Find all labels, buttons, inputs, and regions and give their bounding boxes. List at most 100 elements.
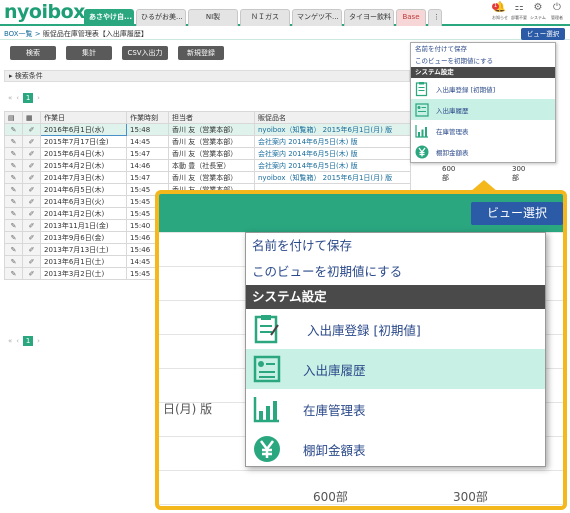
cell-item[interactable]: nyoibox（知覧箱） 2015年6月1日(月) 版 [254, 123, 411, 136]
edit-icon[interactable]: ✎ [4, 267, 23, 280]
edit-icon[interactable]: ✎ [4, 255, 23, 268]
cell-time: 15:47 [126, 147, 169, 160]
detail-col-header: ▦ [22, 111, 41, 124]
menu-item-stock-history[interactable]: 入出庫履歴 [411, 99, 555, 120]
edit-icon[interactable]: ✎ [4, 147, 23, 160]
pager-first[interactable]: « [8, 337, 12, 345]
pager-first[interactable]: « [8, 94, 12, 102]
history-list-icon [253, 355, 281, 383]
tab-base[interactable]: Base [396, 9, 426, 26]
cell-item[interactable]: 会社案内 2014年6月5日(木) 版 [254, 147, 411, 160]
callout-bg-text: 日(月) 版 [163, 402, 213, 416]
edit-icon[interactable]: ✎ [4, 135, 23, 148]
box-tabs: あさやけ自... ひるがお美... NI製 ＮＩガス マンゲツ不... タイヨー… [84, 9, 444, 26]
power-icon[interactable]: ⏻ 管理者 [549, 2, 565, 24]
search-conditions-toggle[interactable]: ▸ 検索条件 [4, 70, 410, 82]
table-row[interactable]: ✎ ✐ 2015年6月4日(木) 15:47 香川 友（営業本部） 会社案内 2014年6… [4, 147, 411, 160]
breadcrumb-root[interactable]: BOX一覧 [4, 30, 33, 38]
edit-col-header: ▤ [4, 111, 23, 124]
action-buttons: 検索 集計 CSV入出力 新規登録 [10, 46, 234, 60]
cell-person: 本動 豊（社長室） [168, 159, 255, 172]
bar-chart-icon [253, 397, 279, 423]
pager-prev[interactable]: ‹ [16, 337, 19, 345]
cell-date: 2015年6月4日(木) [40, 147, 127, 160]
menu-item-label: 在庫管理表 [436, 127, 469, 136]
table-row[interactable]: ✎ ✐ 2016年6月1日(水) 15:48 香川 友（営業本部） nyoibox（知覧箱… [4, 123, 411, 136]
pager-current-page[interactable]: 1 [23, 336, 34, 346]
gear-icon[interactable]: ⚙ システム [530, 2, 546, 24]
cell-item[interactable]: nyoibox（知覧箱） 2015年6月1日(月) 版 [254, 171, 411, 184]
cell-item[interactable]: 会社案内 2014年6月5日(木) 版 [254, 159, 411, 172]
pencil-icon[interactable]: ✐ [22, 207, 41, 220]
tab-taiyo[interactable]: タイヨー飲料 [344, 9, 394, 26]
aggregate-button[interactable]: 集計 [66, 46, 112, 60]
pencil-icon[interactable]: ✐ [22, 135, 41, 148]
menu-item-stocktake[interactable]: 棚卸金額表 [411, 141, 555, 162]
pager-current-page[interactable]: 1 [23, 93, 34, 103]
history-list-icon [415, 102, 429, 117]
cell-time: 15:48 [126, 123, 169, 136]
pager-next[interactable]: › [37, 337, 40, 345]
cell-date: 2014年1月2日(木) [40, 207, 127, 220]
pencil-icon[interactable]: ✐ [22, 255, 41, 268]
table-row[interactable]: ✎ ✐ 2015年7月17日(金) 14:45 香川 友（営業本部） 会社案内 2014年… [4, 135, 411, 148]
edit-icon[interactable]: ✎ [4, 123, 23, 136]
new-record-button[interactable]: 新規登録 [178, 46, 224, 60]
menu-set-default[interactable]: このビューを初期値にする [411, 55, 555, 67]
bar-chart-icon [415, 124, 428, 138]
tab-mangetsu[interactable]: マンゲツ不... [292, 9, 342, 26]
pager-next[interactable]: › [37, 94, 40, 102]
edit-icon[interactable]: ✎ [4, 159, 23, 172]
menu-item-stocktake[interactable]: 棚卸金額表 [246, 429, 545, 469]
col-header-person[interactable]: 担当者 [168, 111, 255, 124]
edit-icon[interactable]: ✎ [4, 195, 23, 208]
menu-save-as[interactable]: 名前を付けて保存 [411, 43, 555, 55]
pager-prev[interactable]: ‹ [16, 94, 19, 102]
menu-item-stock-entry[interactable]: 入出庫登録 [初期値] [246, 309, 545, 349]
table-row[interactable]: ✎ ✐ 2014年7月3日(木) 15:47 香川 友（営業本部） nyoibox（知覧箱… [4, 171, 411, 184]
view-select-button[interactable]: ビュー選択 [521, 28, 565, 40]
tab-hirugao[interactable]: ひるがお美... [136, 9, 186, 26]
tab-ni-sei[interactable]: NI製 [188, 9, 238, 26]
table-row[interactable]: ✎ ✐ 2015年4月2日(木) 14:46 本動 豊（社長室） 会社案内 2014年6月… [4, 159, 411, 172]
tab-asayake[interactable]: あさやけ自... [84, 9, 134, 26]
pencil-icon[interactable]: ✐ [22, 231, 41, 244]
edit-icon[interactable]: ✎ [4, 183, 23, 196]
view-select-button-zoomed[interactable]: ビュー選択 [471, 202, 563, 225]
pencil-icon[interactable]: ✐ [22, 195, 41, 208]
cell-item[interactable]: 会社案内 2014年6月5日(木) 版 [254, 135, 411, 148]
pencil-icon[interactable]: ✐ [22, 243, 41, 256]
edit-icon[interactable]: ✎ [4, 171, 23, 184]
cell-date: 2013年3月2日(土) [40, 267, 127, 280]
col-header-item[interactable]: 販促品名 [254, 111, 411, 124]
search-button[interactable]: 検索 [10, 46, 56, 60]
menu-save-as[interactable]: 名前を付けて保存 [246, 233, 545, 259]
breadcrumb-bar: BOX一覧 > 販促品在庫管理表【入出庫履歴】 [0, 28, 570, 40]
menu-item-label: 棚卸金額表 [436, 148, 469, 157]
menu-set-default[interactable]: このビューを初期値にする [246, 259, 545, 285]
edit-icon[interactable]: ✎ [4, 219, 23, 232]
pencil-icon[interactable]: ✐ [22, 123, 41, 136]
tab-more[interactable]: ⋮ [428, 9, 442, 26]
pencil-icon[interactable]: ✐ [22, 171, 41, 184]
menu-item-stock-history[interactable]: 入出庫履歴 [246, 349, 545, 389]
pencil-icon[interactable]: ✐ [22, 183, 41, 196]
pencil-icon[interactable]: ✐ [22, 159, 41, 172]
col-header-date[interactable]: 作業日 [40, 111, 127, 124]
pencil-icon[interactable]: ✐ [22, 267, 41, 280]
org-chart-icon[interactable]: ⚏ 部署不要 [511, 2, 527, 24]
yen-coin-icon [254, 436, 280, 462]
pencil-icon[interactable]: ✐ [22, 147, 41, 160]
pencil-icon[interactable]: ✐ [22, 219, 41, 232]
menu-item-stock-entry[interactable]: 入出庫登録 [初期値] [411, 78, 555, 99]
csv-io-button[interactable]: CSV入出力 [122, 46, 168, 60]
clipboard-icon [254, 315, 279, 344]
tab-ni-gas[interactable]: ＮＩガス [240, 9, 290, 26]
edit-icon[interactable]: ✎ [4, 231, 23, 244]
menu-item-inventory[interactable]: 在庫管理表 [411, 120, 555, 141]
edit-icon[interactable]: ✎ [4, 243, 23, 256]
menu-item-inventory[interactable]: 在庫管理表 [246, 389, 545, 429]
edit-icon[interactable]: ✎ [4, 207, 23, 220]
nyoibox-logo[interactable]: nyoibox [4, 1, 85, 23]
col-header-time[interactable]: 作業時刻 [126, 111, 169, 124]
